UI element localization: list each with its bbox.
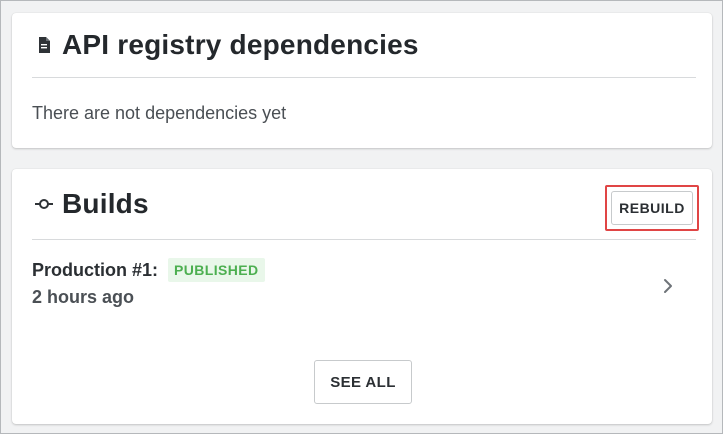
see-all-button[interactable]: SEE ALL	[314, 360, 412, 404]
rebuild-highlight-box: REBUILD	[605, 185, 699, 231]
dependencies-title: API registry dependencies	[62, 29, 419, 60]
api-registry-dependencies-card: API registry dependencies There are not …	[12, 13, 712, 148]
commit-icon	[32, 192, 56, 216]
builds-title: Builds	[62, 188, 149, 219]
status-badge: PUBLISHED	[168, 258, 265, 282]
dependencies-title-wrap: API registry dependencies	[32, 29, 419, 61]
rebuild-button[interactable]: REBUILD	[611, 191, 693, 225]
document-icon	[32, 33, 56, 57]
build-header-row: Production #1: PUBLISHED	[32, 255, 696, 285]
builds-card: Builds REBUILD Production #1: PUBLISHED …	[12, 169, 712, 424]
chevron-right-icon[interactable]	[660, 278, 676, 294]
builds-header: Builds	[32, 169, 696, 240]
dependencies-empty-message: There are not dependencies yet	[32, 103, 287, 123]
builds-title-wrap: Builds	[32, 188, 149, 220]
build-list-item[interactable]: Production #1: PUBLISHED 2 hours ago	[32, 255, 696, 325]
build-name: Production #1:	[32, 259, 159, 280]
app-frame: API registry dependencies There are not …	[0, 0, 723, 434]
build-time: 2 hours ago	[32, 287, 135, 307]
dependencies-header: API registry dependencies	[32, 13, 696, 78]
